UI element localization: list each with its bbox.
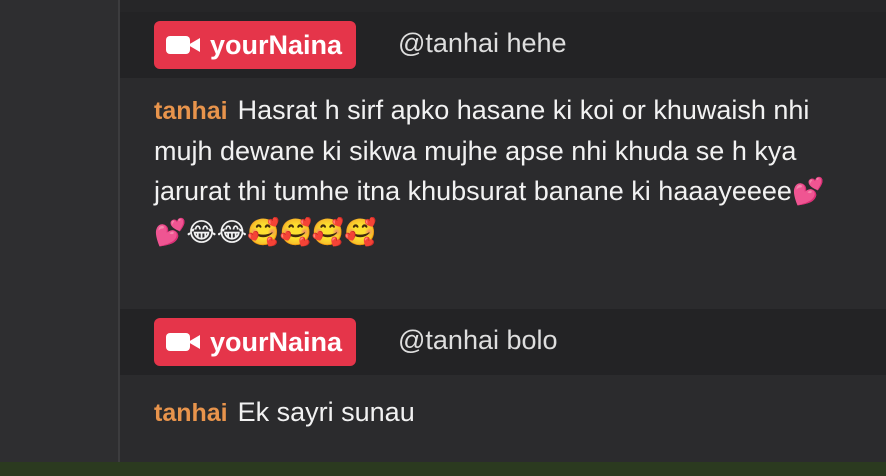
- host-message-text: @tanhai bolo: [398, 325, 558, 355]
- bottom-input-bar-edge: [0, 462, 886, 476]
- chat-feed[interactable]: yourNaina @tanhai hehe tanhai Hasrat h si…: [120, 0, 886, 462]
- left-side-panel: [0, 0, 120, 462]
- host-message-text: @tanhai hehe: [398, 28, 567, 58]
- video-camera-icon: [166, 331, 202, 353]
- message-sender[interactable]: tanhai: [154, 399, 228, 427]
- video-camera-icon: [166, 34, 202, 56]
- host-message-row: yourNaina @tanhai hehe: [120, 12, 886, 78]
- previous-message-edge: [120, 0, 886, 12]
- host-badge[interactable]: yourNaina: [154, 21, 357, 69]
- message-text: Ek sayri sunau: [237, 397, 415, 427]
- host-message-row: yourNaina @tanhai bolo: [120, 309, 886, 375]
- host-name: yourNaina: [210, 326, 343, 357]
- host-name: yourNaina: [210, 29, 343, 60]
- message-sender[interactable]: tanhai: [154, 97, 228, 125]
- chat-message: tanhai Hasrat h sirf apko hasane ki koi o…: [154, 90, 856, 253]
- host-badge[interactable]: yourNaina: [154, 318, 357, 366]
- message-text: Hasrat h sirf apko hasane ki koi or khuw…: [154, 95, 810, 206]
- chat-message: tanhai Ek sayri sunau: [154, 392, 856, 433]
